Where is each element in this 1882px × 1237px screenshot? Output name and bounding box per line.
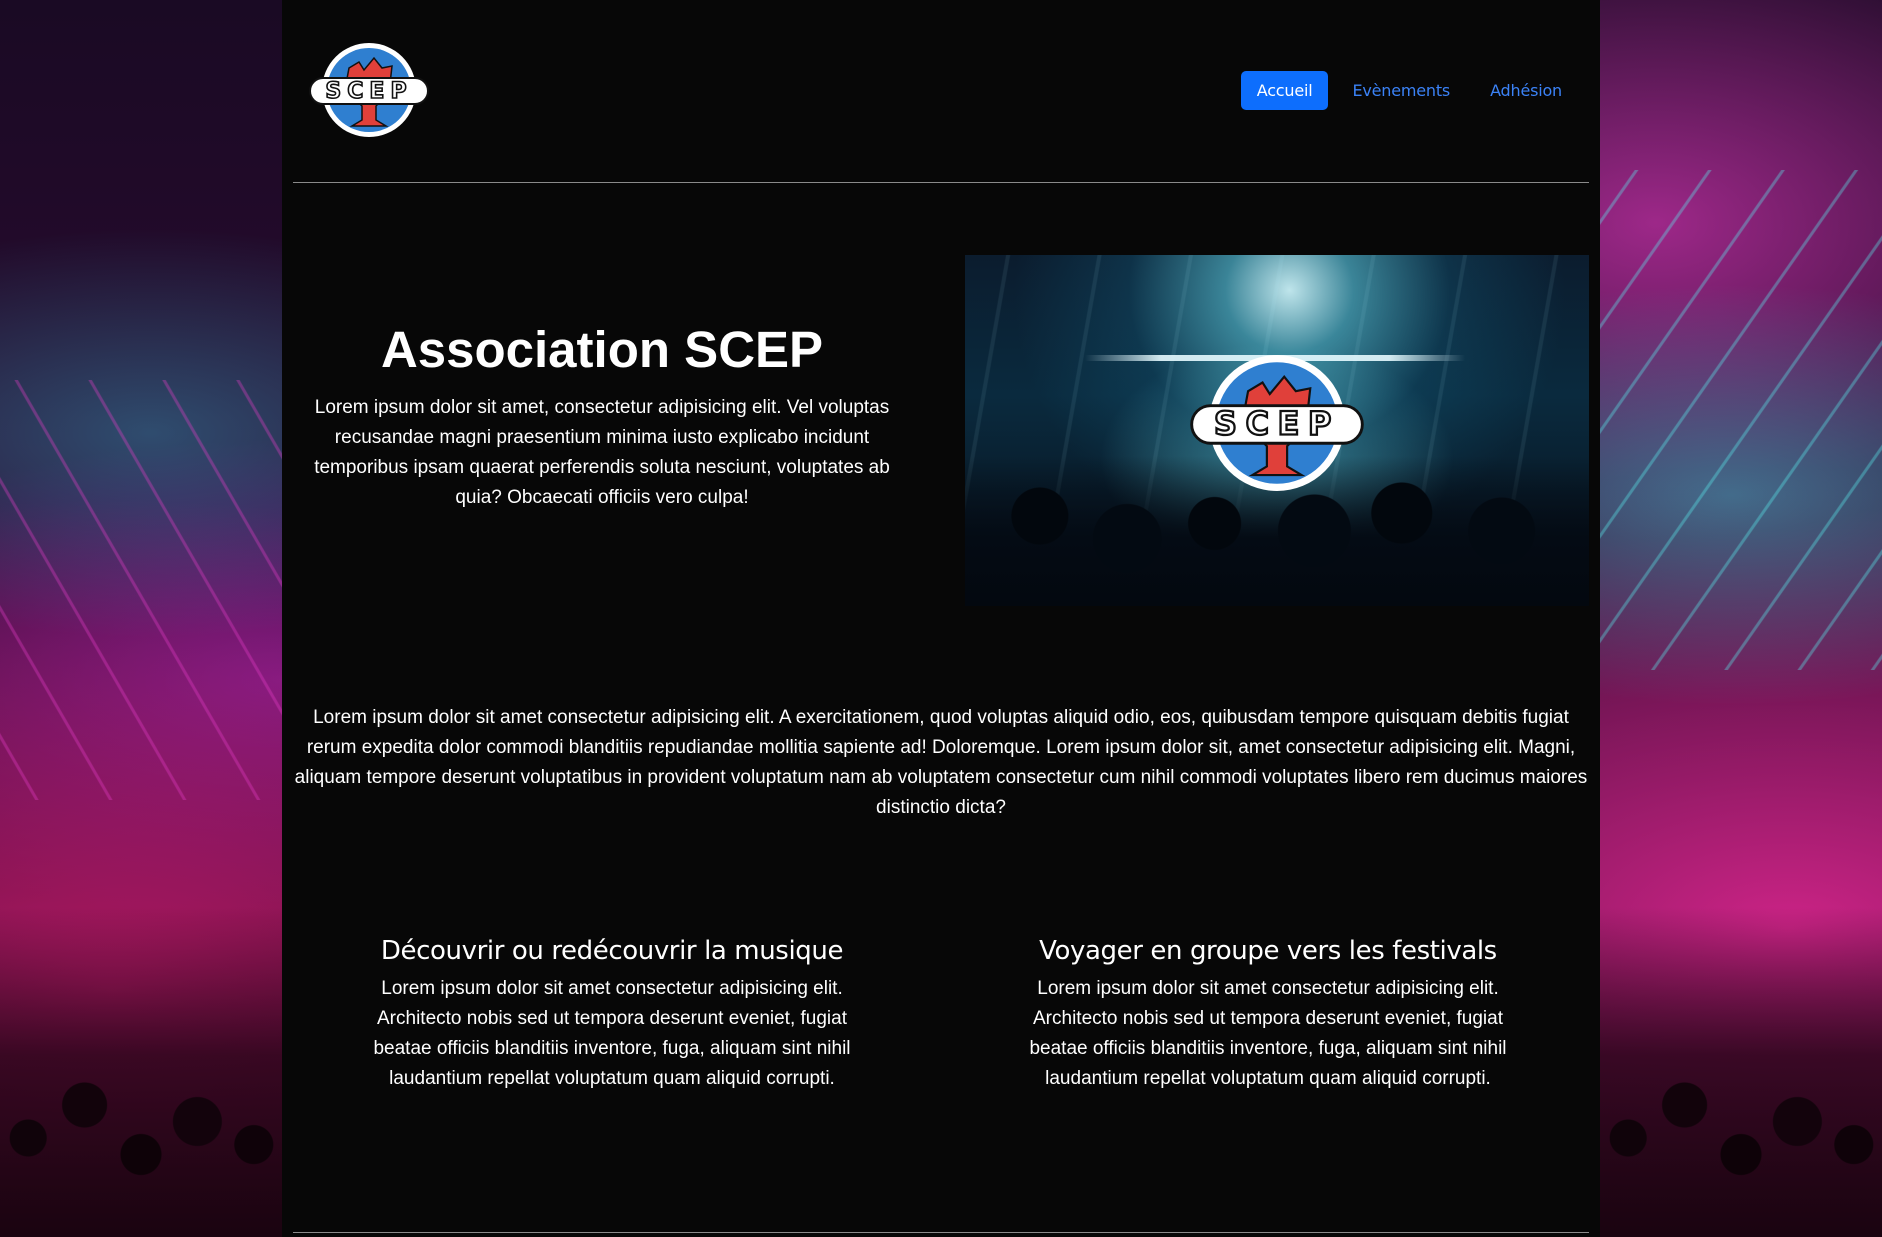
- feature-group-travel: Voyager en groupe vers les festivals Lor…: [988, 936, 1548, 1094]
- site-header: SCEP Accueil Evènements Adhésion: [282, 0, 1600, 182]
- background-crowd-left: [0, 907, 282, 1237]
- feature-title: Voyager en groupe vers les festivals: [1039, 936, 1497, 966]
- hero-description: Lorem ipsum dolor sit amet, consectetur …: [314, 397, 890, 508]
- feature-title: Découvrir ou redécouvrir la musique: [380, 936, 844, 966]
- footer-divider: [293, 1232, 1589, 1233]
- feature-text: Lorem ipsum dolor sit amet consectetur a…: [373, 978, 851, 1089]
- nav-link-adhesion[interactable]: Adhésion: [1474, 71, 1578, 110]
- scep-logo-overlay: SCEP: [1190, 355, 1364, 491]
- nav-link-evenements[interactable]: Evènements: [1336, 71, 1466, 110]
- intro-paragraph: Lorem ipsum dolor sit amet consectetur a…: [294, 707, 1588, 818]
- feature-discover-music: Découvrir ou redécouvrir la musique Lore…: [332, 936, 892, 1094]
- background-crowd-right: [1600, 907, 1882, 1237]
- hero-concert-image: SCEP: [965, 255, 1589, 606]
- page-title: Association SCEP: [380, 321, 824, 378]
- feature-text: Lorem ipsum dolor sit amet consectetur a…: [1029, 978, 1507, 1089]
- svg-text:SCEP: SCEP: [1214, 405, 1340, 443]
- hero-text-block: Association SCEP Lorem ipsum dolor sit a…: [292, 320, 912, 513]
- main-nav: Accueil Evènements Adhésion: [1240, 71, 1578, 110]
- background-stage-lights-right: [1600, 170, 1882, 670]
- background-stage-lights-left: [0, 380, 282, 800]
- header-divider: [293, 182, 1589, 183]
- svg-text:SCEP: SCEP: [325, 79, 412, 104]
- scep-logo[interactable]: SCEP: [304, 40, 434, 140]
- main-container: SCEP Accueil Evènements Adhésion Associa…: [282, 0, 1600, 1237]
- nav-link-accueil[interactable]: Accueil: [1240, 71, 1329, 110]
